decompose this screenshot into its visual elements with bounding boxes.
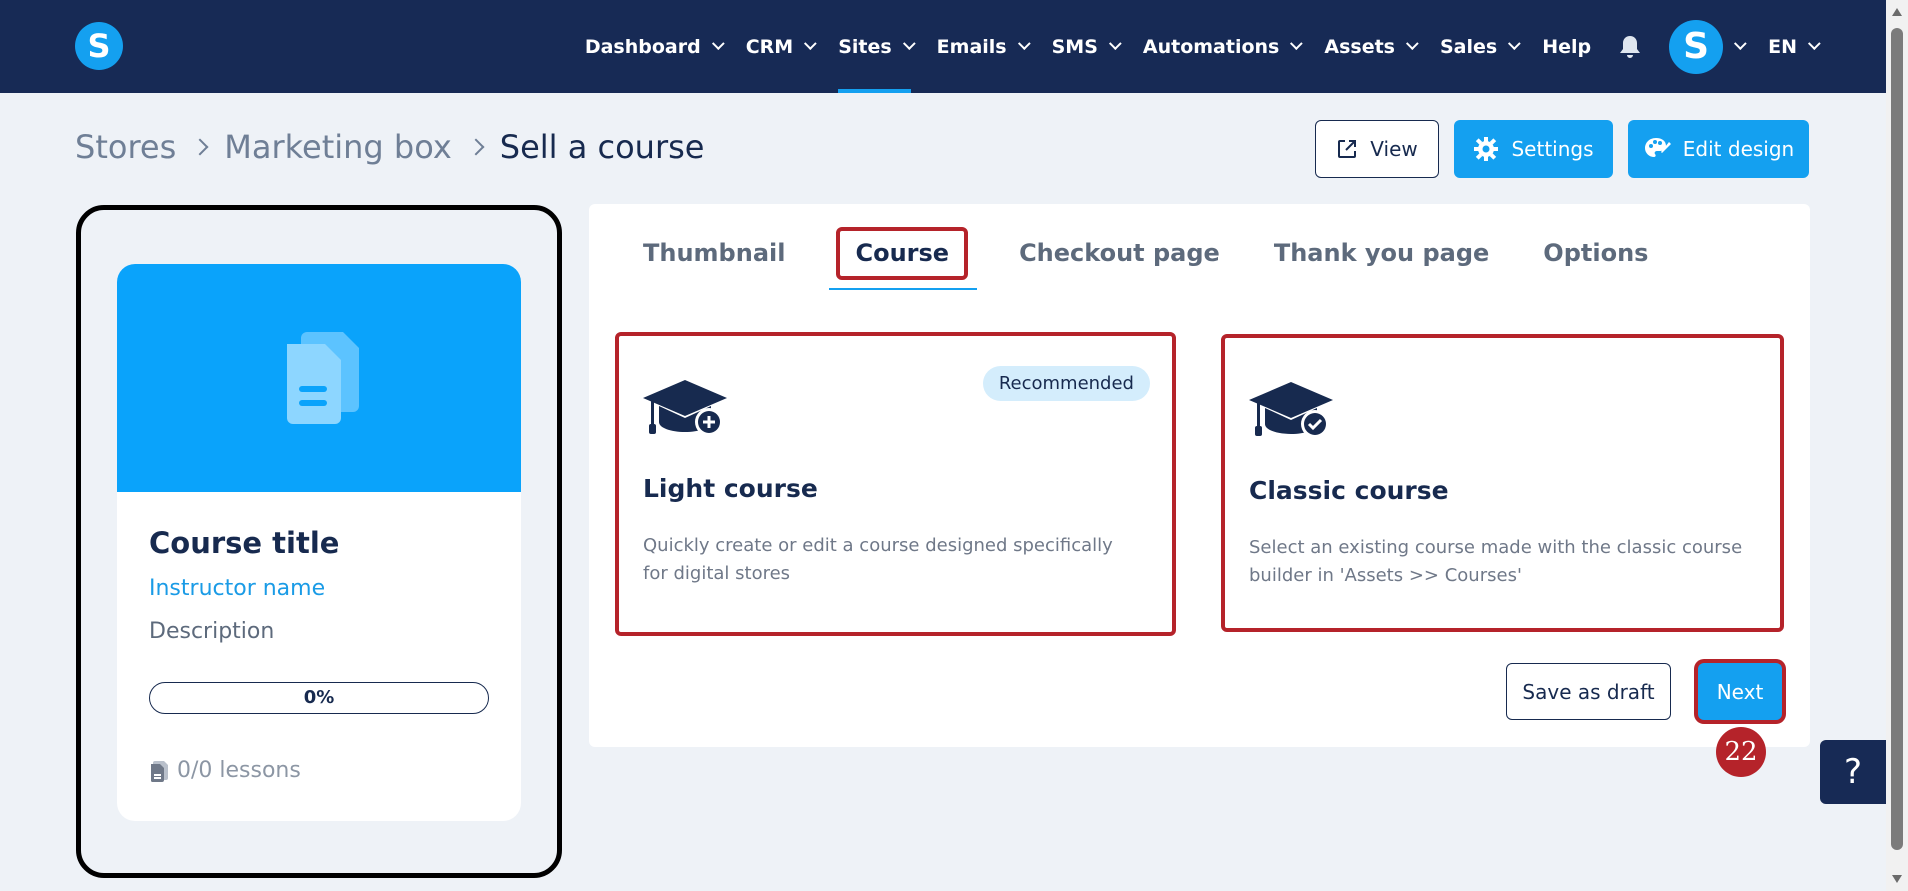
nav-item-label: Help xyxy=(1542,35,1592,58)
tab-checkout-page[interactable]: Checkout page xyxy=(1019,232,1220,282)
external-link-icon xyxy=(1338,140,1357,158)
document-icon xyxy=(287,332,359,424)
nav-menu: Dashboard CRM Sites Emails SMS Automatio… xyxy=(559,0,1821,93)
scroll-down-arrow-icon[interactable] xyxy=(1892,875,1902,883)
nav-item-help[interactable]: Help xyxy=(1542,0,1591,93)
light-course-option[interactable]: Recommended Light course Quickly create … xyxy=(615,332,1176,636)
recommended-badge: Recommended xyxy=(982,366,1150,401)
nav-item-assets[interactable]: Assets xyxy=(1324,0,1419,93)
tab-options[interactable]: Options xyxy=(1543,232,1648,282)
document-icon xyxy=(151,760,168,782)
chevron-down-icon xyxy=(902,37,916,51)
nav-item-sales[interactable]: Sales xyxy=(1439,0,1521,93)
chevron-down-icon xyxy=(1734,37,1747,51)
edit-design-button[interactable]: Edit design xyxy=(1628,120,1809,178)
light-course-description: Quickly create or edit a course designed… xyxy=(643,535,1113,584)
nav-item-label: Automations xyxy=(1142,35,1280,58)
nav-item-label: Emails xyxy=(936,35,1007,58)
course-description: Description xyxy=(149,619,275,644)
brand-logo[interactable]: S xyxy=(75,22,123,70)
nav-item-label: CRM xyxy=(745,35,794,58)
chevron-right-icon xyxy=(191,138,209,156)
nav-item-label: Sales xyxy=(1439,35,1498,58)
classic-course-description: Select an existing course made with the … xyxy=(1249,537,1743,586)
bell-icon[interactable] xyxy=(1617,34,1643,60)
view-button[interactable]: View xyxy=(1315,120,1439,178)
course-setup-panel: Thumbnail Course Checkout page Thank you… xyxy=(589,204,1810,747)
avatar: S xyxy=(1669,19,1724,74)
breadcrumb: Stores Marketing box Sell a course xyxy=(75,128,704,166)
page-scrollbar[interactable] xyxy=(1886,0,1908,891)
help-button[interactable]: ? xyxy=(1820,740,1886,804)
save-draft-button[interactable]: Save as draft xyxy=(1506,663,1671,720)
course-preview-card: Course title Instructor name Description… xyxy=(117,264,521,821)
tab-thumbnail[interactable]: Thumbnail xyxy=(643,232,785,282)
tab-course[interactable]: Course xyxy=(829,227,977,290)
lessons-label: 0/0 lessons xyxy=(177,758,301,783)
classic-course-title: Classic course xyxy=(1249,476,1449,505)
tabs: Thumbnail Course Checkout page Thank you… xyxy=(643,227,1702,290)
nav-item-sms[interactable]: SMS xyxy=(1051,0,1122,93)
chevron-down-icon xyxy=(1807,37,1821,51)
edit-design-button-label: Edit design xyxy=(1682,137,1795,161)
page-title: Sell a course xyxy=(499,128,705,166)
nav-item-emails[interactable]: Emails xyxy=(936,0,1031,93)
graduation-cap-check-icon xyxy=(1249,382,1333,438)
user-menu[interactable]: S xyxy=(1669,0,1747,93)
nav-item-label: Dashboard xyxy=(584,35,701,58)
light-course-title: Light course xyxy=(643,474,818,503)
tab-highlight xyxy=(836,227,969,280)
nav-item-automations[interactable]: Automations xyxy=(1142,0,1304,93)
course-title: Course title xyxy=(149,526,340,560)
settings-button[interactable]: Settings xyxy=(1454,120,1613,178)
step-badge: 22 xyxy=(1716,727,1766,777)
chevron-down-icon xyxy=(1508,37,1521,51)
scroll-up-arrow-icon[interactable] xyxy=(1892,8,1902,16)
palette-icon xyxy=(1644,138,1671,157)
language-selector[interactable]: EN xyxy=(1768,0,1821,93)
nav-item-dashboard[interactable]: Dashboard xyxy=(584,0,725,93)
gear-icon xyxy=(1474,137,1499,161)
top-navigation: S Dashboard CRM Sites Emails SMS Automat… xyxy=(0,0,1886,93)
nav-item-label: SMS xyxy=(1051,35,1098,58)
chevron-down-icon xyxy=(1017,37,1031,51)
chevron-down-icon xyxy=(1290,37,1304,51)
instructor-name: Instructor name xyxy=(149,576,326,601)
lessons-count: 0/0 lessons xyxy=(149,758,301,783)
scroll-thumb[interactable] xyxy=(1891,28,1903,850)
next-button[interactable]: Next xyxy=(1698,663,1782,720)
breadcrumb-stores[interactable]: Stores xyxy=(75,128,176,166)
classic-course-option[interactable]: Classic course Select an existing course… xyxy=(1221,334,1784,632)
chevron-down-icon xyxy=(804,37,817,51)
chevron-down-icon xyxy=(711,37,725,51)
course-thumbnail xyxy=(117,264,521,492)
tab-thank-you-page[interactable]: Thank you page xyxy=(1274,232,1489,282)
nav-item-label: Assets xyxy=(1324,35,1395,58)
chevron-right-icon xyxy=(467,138,485,156)
nav-item-sites[interactable]: Sites xyxy=(838,0,916,93)
settings-button-label: Settings xyxy=(1511,137,1594,161)
nav-item-crm[interactable]: CRM xyxy=(745,0,817,93)
view-button-label: View xyxy=(1370,137,1418,161)
chevron-down-icon xyxy=(1108,37,1122,51)
chevron-down-icon xyxy=(1405,37,1419,51)
language-label: EN xyxy=(1768,35,1797,58)
progress-bar: 0% xyxy=(149,682,489,714)
nav-item-label: Sites xyxy=(838,35,892,58)
graduation-cap-plus-icon xyxy=(643,380,727,436)
breadcrumb-marketing-box[interactable]: Marketing box xyxy=(224,128,452,166)
